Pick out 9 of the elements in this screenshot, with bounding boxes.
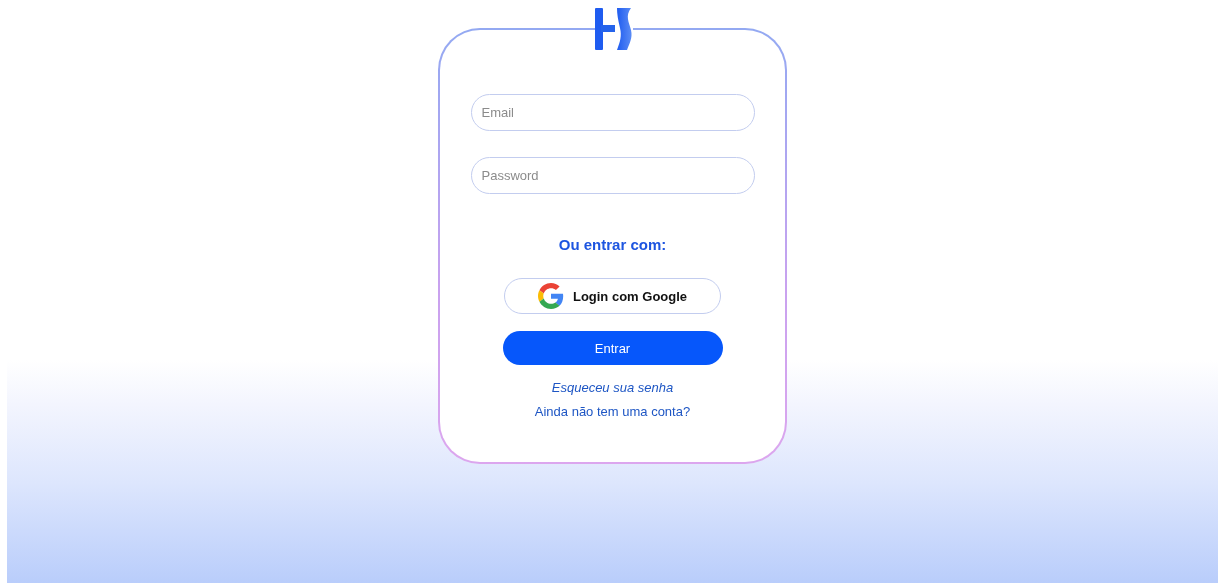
alt-login-heading: Ou entrar com: <box>558 236 667 253</box>
login-button[interactable]: Entrar <box>502 331 723 365</box>
password-field[interactable]: Password <box>470 157 755 194</box>
email-field[interactable]: Email <box>470 94 755 131</box>
google-login-button[interactable]: Login com Google <box>504 278 721 314</box>
google-icon <box>537 283 564 309</box>
forgot-password-link[interactable]: Esqueceu sua senha <box>551 380 674 395</box>
logo-icon <box>595 8 633 50</box>
signup-link[interactable]: Ainda não tem uma conta? <box>534 404 691 419</box>
